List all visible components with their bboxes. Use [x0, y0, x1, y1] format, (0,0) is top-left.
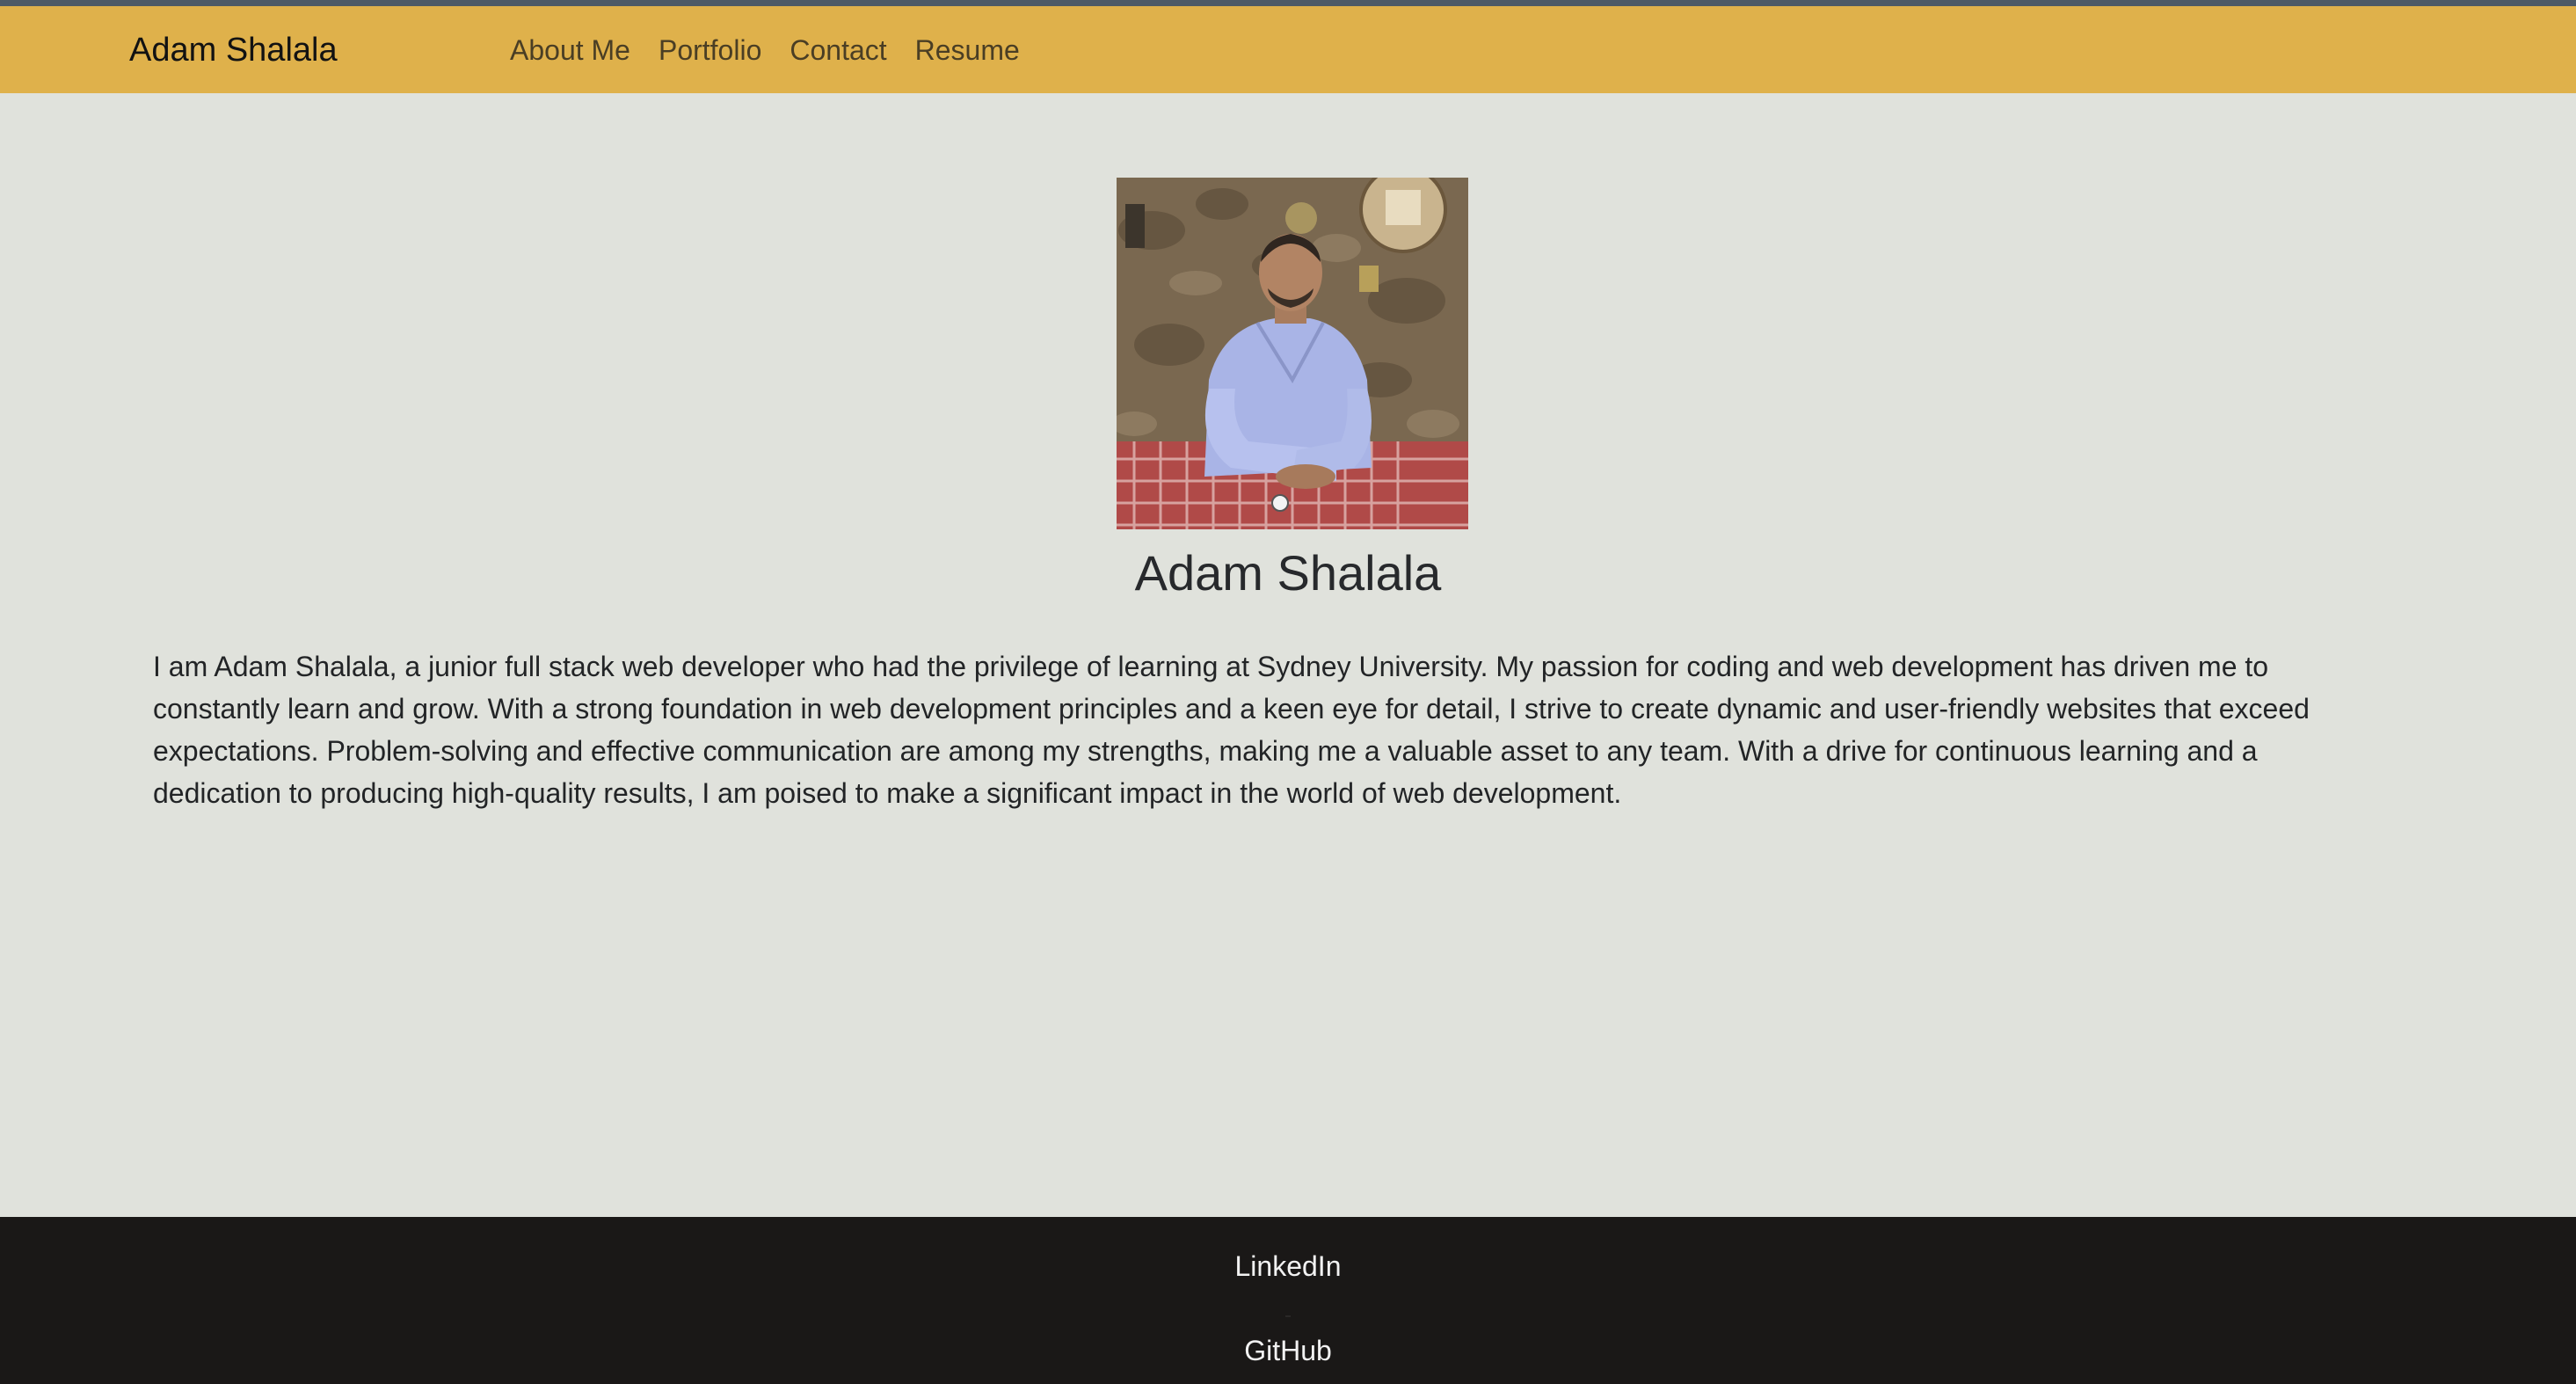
nav-portfolio[interactable]: Portfolio — [659, 25, 761, 75]
bio-paragraph: I am Adam Shalala, a junior full stack w… — [153, 651, 2310, 809]
nav-links: About Me Portfolio Contact Resume — [510, 25, 1020, 75]
nav-contact[interactable]: Contact — [790, 25, 886, 75]
footer: LinkedIn GitHub — [0, 1217, 2576, 1384]
footer-divider — [1285, 1315, 1291, 1317]
footer-linkedin-link[interactable]: LinkedIn — [0, 1247, 2576, 1286]
nav-resume[interactable]: Resume — [915, 25, 1020, 75]
top-accent-strip — [0, 0, 2576, 6]
profile-photo — [1117, 178, 1468, 529]
profile-name-heading: Adam Shalala — [1134, 545, 1442, 601]
brand-link[interactable]: Adam Shalala — [129, 25, 338, 75]
navbar: Adam Shalala About Me Portfolio Contact … — [0, 6, 2576, 93]
nav-about-me[interactable]: About Me — [510, 25, 630, 75]
footer-github-link[interactable]: GitHub — [0, 1331, 2576, 1370]
